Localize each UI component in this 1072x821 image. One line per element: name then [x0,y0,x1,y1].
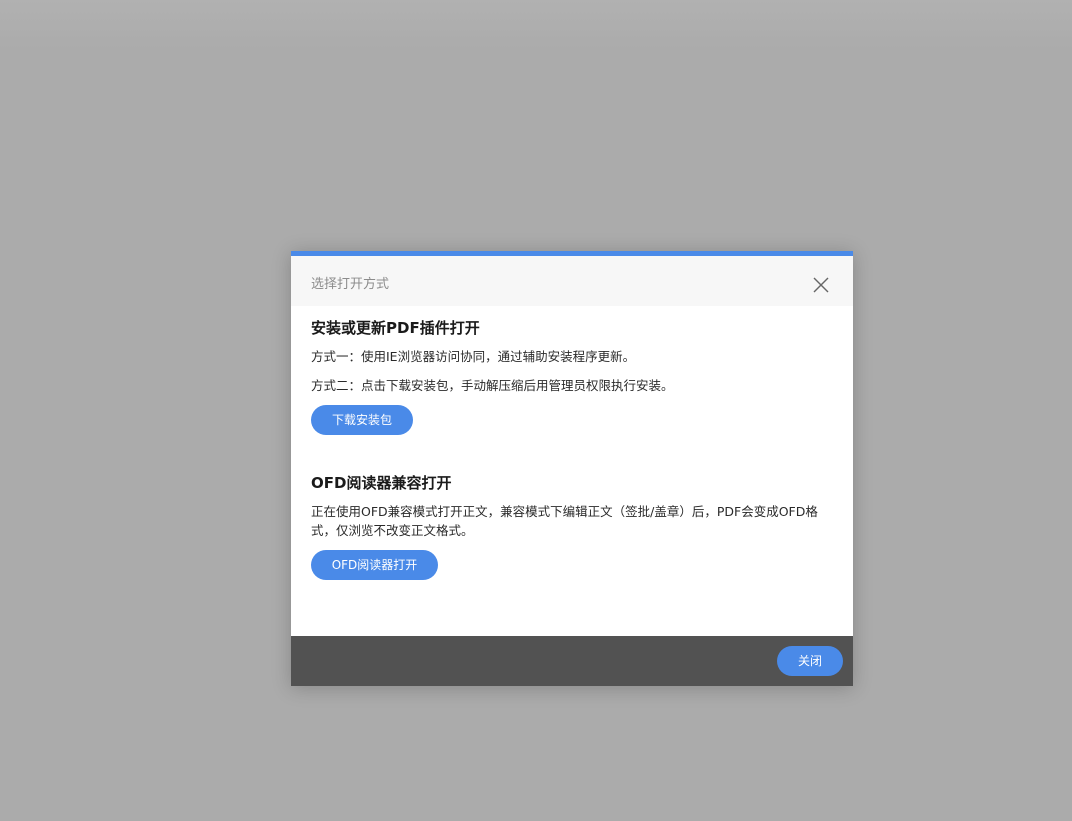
close-button[interactable]: 关闭 [777,646,843,676]
dialog-footer: 关闭 [291,636,853,686]
pdf-plugin-heading: 安装或更新PDF插件打开 [311,319,480,337]
method-two-text: 方式二：点击下载安装包，手动解压缩后用管理员权限执行安装。 [311,378,674,393]
page-backdrop-shade [0,0,1072,50]
open-mode-dialog: 选择打开方式 安装或更新PDF插件打开 方式一：使用IE浏览器访问协同，通过辅助… [291,251,853,686]
ofd-mode-description: 正在使用OFD兼容模式打开正文，兼容模式下编辑正文（签批/盖章）后，PDF会变成… [311,504,818,538]
download-installer-button[interactable]: 下载安装包 [311,405,413,435]
dialog-header: 选择打开方式 [291,256,853,306]
dialog-title: 选择打开方式 [311,277,390,292]
close-x-icon[interactable] [811,275,831,295]
open-with-ofd-reader-button[interactable]: OFD阅读器打开 [311,550,438,580]
method-one-text: 方式一：使用IE浏览器访问协同，通过辅助安装程序更新。 [311,349,636,364]
ofd-reader-heading: OFD阅读器兼容打开 [311,474,452,492]
